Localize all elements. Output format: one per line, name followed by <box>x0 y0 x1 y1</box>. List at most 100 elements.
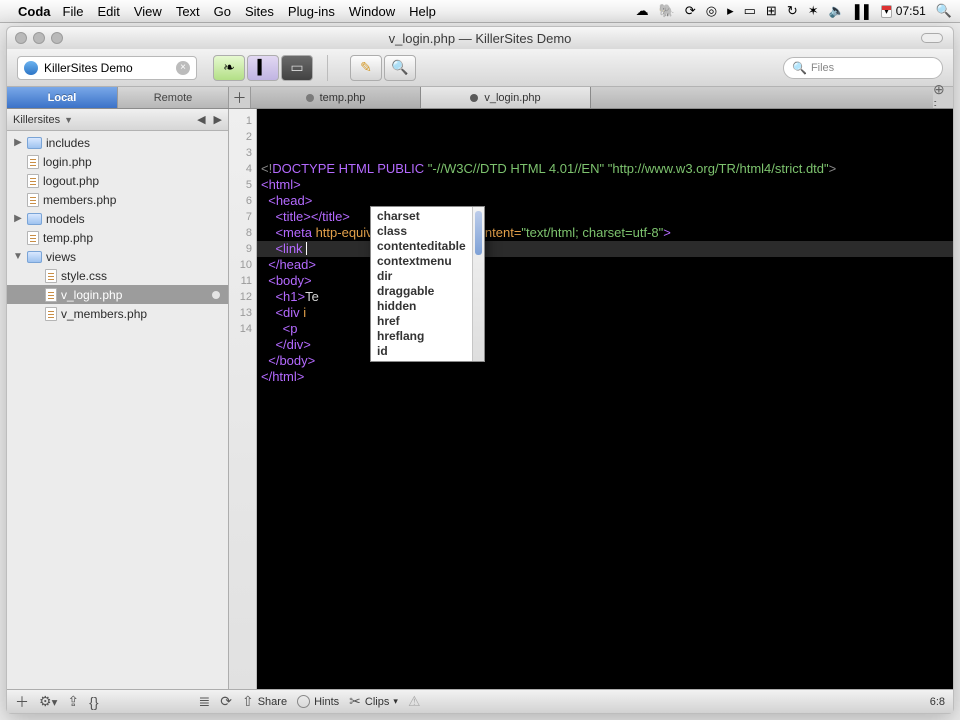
file-row[interactable]: logout.php <box>7 171 228 190</box>
tab-close-icon[interactable] <box>306 94 314 102</box>
nav-back-button[interactable]: ◀ <box>197 113 205 126</box>
site-selector[interactable]: KillerSites Demo × <box>17 56 197 80</box>
menu-plugins[interactable]: Plug-ins <box>288 4 335 19</box>
code-line[interactable]: <title></title> <box>257 209 953 225</box>
preview-mode-button[interactable]: 🔍 <box>384 55 416 81</box>
file-row[interactable]: login.php <box>7 152 228 171</box>
toolbar-button[interactable]: ▍ <box>247 55 279 81</box>
edit-mode-button[interactable]: ✎ <box>350 55 382 81</box>
autocomplete-item[interactable]: hidden <box>377 299 466 314</box>
warnings-icon[interactable]: ⚠ <box>408 693 421 710</box>
menuextra-icon[interactable]: ▭ <box>744 3 756 19</box>
disclosure-icon[interactable]: ▶ <box>13 213 23 224</box>
autocomplete-scrollbar[interactable] <box>472 207 484 361</box>
autocomplete-item[interactable]: class <box>377 224 466 239</box>
hints-button[interactable]: Hints <box>297 695 339 708</box>
menu-edit[interactable]: Edit <box>97 4 119 19</box>
autocomplete-item[interactable]: hreflang <box>377 329 466 344</box>
sync-icon[interactable]: ⟳ <box>220 693 232 710</box>
folder-row[interactable]: ▶models <box>7 209 228 228</box>
tab-close-icon[interactable] <box>470 94 478 102</box>
editor-tab[interactable]: temp.php <box>251 87 421 108</box>
menuextra-icon[interactable]: ⟳ <box>685 3 696 19</box>
flag-icon[interactable]: ▌▌ <box>855 4 873 19</box>
clear-icon[interactable]: × <box>176 61 190 75</box>
breadcrumb[interactable]: Killersites ▼ ◀ ▶ <box>7 109 228 131</box>
menu-sites[interactable]: Sites <box>245 4 274 19</box>
code-area[interactable]: <!DOCTYPE HTML PUBLIC "-//W3C//DTD HTML … <box>257 109 953 689</box>
editor-tab[interactable]: v_login.php <box>421 87 591 108</box>
code-line[interactable]: <div i <box>257 305 953 321</box>
new-tab-button[interactable]: ＋ <box>229 87 251 108</box>
code-line[interactable]: <body> <box>257 273 953 289</box>
menu-text[interactable]: Text <box>176 4 200 19</box>
autocomplete-item[interactable]: draggable <box>377 284 466 299</box>
menuextra-icon[interactable]: ↻ <box>787 3 798 19</box>
wifi-icon[interactable]: ✶ <box>808 3 819 19</box>
disclosure-icon[interactable]: ▼ <box>13 251 23 262</box>
code-line[interactable]: </body> <box>257 353 953 369</box>
menu-help[interactable]: Help <box>409 4 436 19</box>
file-row[interactable]: style.css <box>7 266 228 285</box>
menuextra-icon[interactable]: 🐘 <box>659 3 675 19</box>
file-icon <box>27 231 39 245</box>
menu-clock[interactable]: ▾07:51 <box>881 4 926 18</box>
file-search-input[interactable]: 🔍 Files <box>783 57 943 79</box>
nav-forward-button[interactable]: ▶ <box>214 113 222 126</box>
code-icon[interactable]: {} <box>89 694 98 710</box>
code-editor[interactable]: 1234567891011121314 <!DOCTYPE HTML PUBLI… <box>229 109 953 689</box>
menu-view[interactable]: View <box>134 4 162 19</box>
menuextra-icon[interactable]: ◎ <box>706 3 717 19</box>
menuextra-icon[interactable]: ☁ <box>636 3 649 19</box>
search-placeholder: Files <box>811 62 834 74</box>
folder-row[interactable]: ▶includes <box>7 133 228 152</box>
menu-go[interactable]: Go <box>214 4 231 19</box>
file-row[interactable]: v_members.php <box>7 304 228 323</box>
clips-icon: ✂ <box>349 693 361 710</box>
menuextra-icon[interactable]: ⊞ <box>766 3 777 19</box>
autocomplete-item[interactable]: id <box>377 344 466 359</box>
site-name: KillerSites Demo <box>44 61 133 75</box>
disclosure-icon[interactable]: ▶ <box>13 137 23 148</box>
sound-icon[interactable]: 🔈 <box>829 3 845 19</box>
menu-window[interactable]: Window <box>349 4 395 19</box>
code-line[interactable]: <h1>Te <box>257 289 953 305</box>
code-line[interactable]: <html> <box>257 177 953 193</box>
code-line[interactable]: </head> <box>257 257 953 273</box>
share-button[interactable]: ⇧Share <box>242 693 287 710</box>
symbols-icon[interactable]: ≣ <box>199 693 211 710</box>
spotlight-icon[interactable]: 🔍 <box>936 3 952 19</box>
folder-row[interactable]: ▼views <box>7 247 228 266</box>
app-name[interactable]: Coda <box>18 4 51 19</box>
code-line[interactable]: </div> <box>257 337 953 353</box>
code-line[interactable]: <head> <box>257 193 953 209</box>
autocomplete-item[interactable]: dir <box>377 269 466 284</box>
publish-icon[interactable]: ⇪ <box>67 693 79 710</box>
clips-button[interactable]: ✂Clips▾ <box>349 693 398 710</box>
toolbar-button[interactable]: ▭ <box>281 55 313 81</box>
autocomplete-item[interactable]: contextmenu <box>377 254 466 269</box>
code-line[interactable]: <link <box>257 241 953 257</box>
gear-icon[interactable]: ⚙▾ <box>39 693 57 710</box>
file-row[interactable]: v_login.php <box>7 285 228 304</box>
toolbar-button[interactable]: ❧ <box>213 55 245 81</box>
toolbar-toggle-button[interactable] <box>921 33 943 43</box>
window-traffic-lights[interactable] <box>15 32 63 44</box>
autocomplete-item[interactable]: charset <box>377 209 466 224</box>
code-line[interactable]: <meta http-equiv="Content-Type" content=… <box>257 225 953 241</box>
code-line[interactable]: <!DOCTYPE HTML PUBLIC "-//W3C//DTD HTML … <box>257 161 953 177</box>
menuextra-icon[interactable]: ▸ <box>727 3 734 19</box>
menu-file[interactable]: File <box>63 4 84 19</box>
tab-remote[interactable]: Remote <box>118 87 229 108</box>
file-icon <box>27 174 39 188</box>
autocomplete-item[interactable]: contenteditable <box>377 239 466 254</box>
tab-overflow-button[interactable]: ⊕ ⵗ <box>933 87 953 108</box>
autocomplete-popup[interactable]: charsetclasscontenteditablecontextmenudi… <box>370 206 485 362</box>
tab-local[interactable]: Local <box>7 87 118 108</box>
code-line[interactable]: <p <box>257 321 953 337</box>
file-row[interactable]: members.php <box>7 190 228 209</box>
code-line[interactable]: </html> <box>257 369 953 385</box>
file-row[interactable]: temp.php <box>7 228 228 247</box>
add-button[interactable]: ＋ <box>15 692 29 712</box>
autocomplete-item[interactable]: href <box>377 314 466 329</box>
